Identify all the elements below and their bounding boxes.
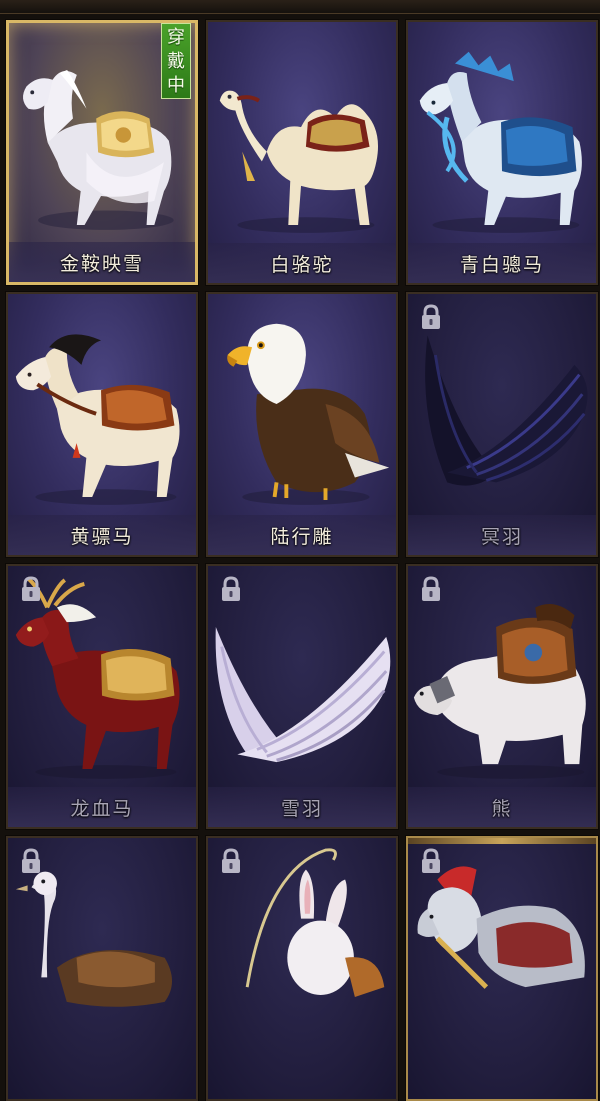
mount-grid: 穿戴中 金鞍映雪 白骆驼 青白骢马 黄骠马 陆行雕 冥羽 龙血马 雪羽 熊: [0, 14, 600, 1101]
mount-card-jinan-yingxue[interactable]: 穿戴中 金鞍映雪: [5, 19, 199, 286]
mount-name: 白骆驼: [270, 253, 334, 276]
tan-horse-icon: [8, 294, 196, 514]
lock-icon: [416, 846, 446, 876]
top-frame-bar: [0, 0, 600, 14]
mount-card-qingbai-congma[interactable]: 青白骢马: [405, 19, 599, 286]
mount-card-rabbit[interactable]: [205, 835, 399, 1101]
mount-card-bai-luotuo[interactable]: 白骆驼: [205, 19, 399, 286]
mount-name-bar: 黄骠马: [8, 515, 196, 555]
mount-name-bar: 熊: [408, 787, 596, 827]
mount-card-ming-yu[interactable]: 冥羽: [405, 291, 599, 558]
mount-card-longxue-ma[interactable]: 龙血马: [5, 563, 199, 830]
armored-blue-horse-icon: [408, 22, 596, 242]
lock-icon: [16, 846, 46, 876]
mount-card-warhorse[interactable]: [405, 835, 599, 1101]
mount-name: 青白骢马: [459, 253, 544, 276]
mount-card-huang-piaoma[interactable]: 黄骠马: [5, 291, 199, 558]
mount-card-xue-yu[interactable]: 雪羽: [205, 563, 399, 830]
mount-name-bar: 冥羽: [408, 515, 596, 555]
mount-name-bar: 白骆驼: [208, 243, 396, 283]
white-camel-icon: [208, 22, 396, 242]
mount-name-bar: 雪羽: [208, 787, 396, 827]
mount-name: 黄骠马: [70, 525, 134, 548]
lock-icon: [16, 574, 46, 604]
lock-icon: [216, 846, 246, 876]
mount-name: 雪羽: [280, 797, 323, 820]
wearing-badge: 穿戴中: [161, 23, 191, 99]
mount-card-luxing-diao[interactable]: 陆行雕: [205, 291, 399, 558]
mount-name: 陆行雕: [270, 525, 334, 548]
eagle-icon: [208, 294, 396, 514]
wearing-badge-text: 穿戴中: [167, 27, 185, 96]
lock-icon: [416, 574, 446, 604]
mount-card-xiong[interactable]: 熊: [405, 563, 599, 830]
mount-name: 冥羽: [480, 525, 523, 548]
lock-icon: [416, 302, 446, 332]
mount-name: 金鞍映雪: [59, 252, 144, 275]
mount-name: 龙血马: [70, 797, 134, 820]
mount-name-bar: 陆行雕: [208, 515, 396, 555]
mount-name-bar: 金鞍映雪: [9, 242, 195, 282]
mount-name: 熊: [491, 797, 513, 820]
mount-name-bar: 龙血马: [8, 787, 196, 827]
mount-name-bar: 青白骢马: [408, 243, 596, 283]
mount-card-ostrich[interactable]: [5, 835, 199, 1101]
lock-icon: [216, 574, 246, 604]
